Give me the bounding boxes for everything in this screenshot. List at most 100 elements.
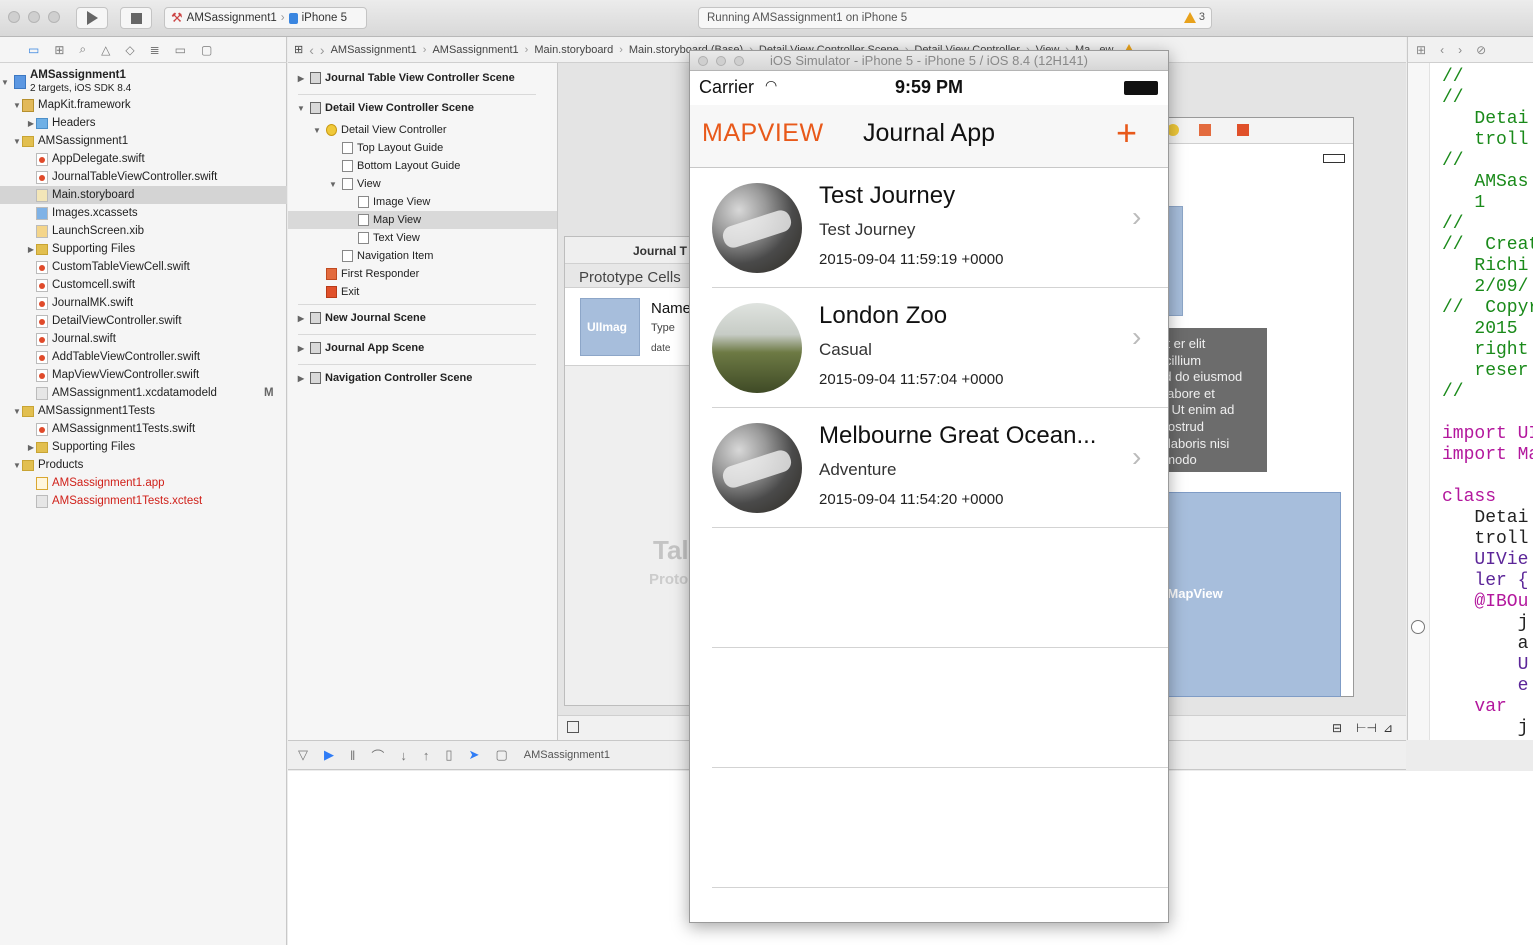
nav-item[interactable]: Main.storyboard [0, 186, 287, 204]
disclosure-triangle[interactable]: ▼ [296, 104, 306, 113]
map-view[interactable]: KMapView [1155, 492, 1341, 697]
jump-bar-item[interactable]: Main.storyboard [534, 44, 613, 56]
assistant-editor[interactable]: ⊞ ‹ › ⊘ //// Detai troll// AMSas 1//// C… [1407, 37, 1533, 740]
nav-item[interactable]: JournalTableViewController.swift [0, 168, 287, 186]
related-items-icon[interactable]: ⊞ [1416, 43, 1426, 57]
nav-item[interactable]: Images.xcassets [0, 204, 287, 222]
disclosure-triangle[interactable]: ▶ [296, 74, 306, 83]
report-icon[interactable]: ▢ [201, 43, 212, 57]
nav-item[interactable]: AddTableViewController.swift [0, 348, 287, 366]
prototype-cell[interactable]: UIImag Name Type date [565, 288, 703, 366]
disclosure-triangle[interactable]: ▼ [12, 101, 22, 110]
outline-item[interactable]: First Responder [288, 265, 557, 283]
align-icon[interactable]: ⊟ [1332, 721, 1342, 735]
disclosure-triangle[interactable]: ▶ [296, 314, 306, 323]
minimize-window-button[interactable] [28, 11, 40, 23]
symbol-icon[interactable]: ⊞ [54, 43, 64, 57]
pause-icon[interactable]: ‖ [350, 748, 355, 763]
scheme-selector[interactable]: ⚒ AMSassignment1 › iPhone 5 [164, 7, 367, 29]
jump-bar-item[interactable]: AMSassignment1 [331, 44, 417, 56]
outline-item[interactable]: ▼ Detail View Controller Scene [288, 99, 557, 117]
step-out-icon[interactable]: ↑ [423, 748, 430, 763]
breakpoint-icon[interactable]: ▭ [175, 43, 186, 57]
forward-arrow-icon[interactable]: › [1458, 43, 1462, 57]
nav-item[interactable]: ▼ AMSassignment1 [0, 132, 287, 150]
jump-bar-item[interactable]: AMSassignment1 [432, 44, 518, 56]
disclosure-triangle[interactable]: ▼ [12, 407, 22, 416]
run-button[interactable] [76, 7, 108, 29]
nav-item[interactable]: ▼ AMSassignment1Tests [0, 402, 287, 420]
nav-item[interactable]: DetailViewController.swift [0, 312, 287, 330]
nav-item[interactable]: ▶ Supporting Files [0, 240, 287, 258]
nav-item[interactable]: Journal.swift [0, 330, 287, 348]
resolve-icon[interactable]: ⊿ [1383, 721, 1393, 735]
outline-item[interactable]: ▼ Detail View Controller [288, 121, 557, 139]
table-scene[interactable]: Journal T Prototype Cells UIImag Name Ty… [564, 236, 704, 706]
responder-dock-icon[interactable] [1199, 124, 1211, 136]
disclosure-triangle[interactable]: ▼ [312, 126, 322, 135]
warning-nav-icon[interactable]: △ [101, 43, 110, 57]
disclosure-triangle[interactable]: ▶ [26, 245, 36, 254]
nav-item[interactable]: MapViewViewController.swift [0, 366, 287, 384]
add-journal-button[interactable]: + [1116, 115, 1137, 151]
nav-item[interactable]: AMSassignment1Tests.swift [0, 420, 287, 438]
outline-item[interactable]: Map View [288, 211, 557, 229]
proto-image-view[interactable]: UIImag [580, 298, 640, 356]
nav-item[interactable]: AMSassignment1Tests.xctest [0, 492, 287, 510]
outline-item[interactable]: Bottom Layout Guide [288, 157, 557, 175]
nav-item[interactable]: LaunchScreen.xib [0, 222, 287, 240]
outline-item[interactable]: Navigation Item [288, 247, 557, 265]
disclosure-triangle[interactable]: ▶ [26, 119, 36, 128]
disclosure-triangle[interactable]: ▼ [0, 78, 10, 87]
sim-close-button[interactable] [698, 56, 708, 66]
outline-item[interactable]: Image View [288, 193, 557, 211]
step-in-icon[interactable]: ↓ [400, 748, 407, 763]
journal-cell[interactable]: Test Journey Test Journey 2015-09-04 11:59… [690, 168, 1168, 288]
nav-item[interactable]: ▶ Supporting Files [0, 438, 287, 456]
breakpoints-toggle-icon[interactable]: ▶ [324, 747, 334, 763]
project-root[interactable]: ▼ AMSassignment1 2 targets, iOS SDK 8.4 [0, 68, 287, 96]
sim-minimize-button[interactable] [716, 56, 726, 66]
disclosure-triangle[interactable]: ▶ [26, 443, 36, 452]
close-window-button[interactable] [8, 11, 20, 23]
outline-item[interactable]: Top Layout Guide [288, 139, 557, 157]
sim-zoom-button[interactable] [734, 56, 744, 66]
zoom-window-button[interactable] [48, 11, 60, 23]
outlet-connection-icon[interactable] [1411, 620, 1425, 634]
disclosure-triangle[interactable]: ▶ [296, 374, 306, 383]
disclosure-triangle[interactable]: ▶ [296, 344, 306, 353]
journal-table-view[interactable]: Test Journey Test Journey 2015-09-04 11:59… [690, 168, 1168, 923]
outline-item[interactable]: ▶ Navigation Controller Scene [288, 369, 557, 387]
nav-item[interactable]: Customcell.swift [0, 276, 287, 294]
view-debug-icon[interactable]: ▯ [445, 747, 452, 763]
debug-icon[interactable]: ≣ [150, 43, 160, 57]
nav-item[interactable]: AppDelegate.swift [0, 150, 287, 168]
warning-badge[interactable]: 3 [1183, 11, 1205, 23]
outline-item[interactable]: ▶ Journal Table View Controller Scene [288, 69, 557, 87]
text-view[interactable]: sit er elit r cillium ed do eiusmod t la… [1155, 328, 1267, 472]
search-icon[interactable]: ⌕ [79, 42, 86, 57]
nav-item[interactable]: ▼ Products [0, 456, 287, 474]
outline-item[interactable]: Text View [288, 229, 557, 247]
outline-item[interactable]: ▶ New Journal Scene [288, 309, 557, 327]
disclosure-triangle[interactable]: ▼ [328, 180, 338, 189]
nav-item[interactable]: ▼ MapKit.framework [0, 96, 287, 114]
link-icon[interactable]: ⊘ [1476, 43, 1486, 57]
forward-arrow-icon[interactable]: › [320, 42, 325, 58]
folder-icon[interactable]: ▭ [28, 43, 39, 57]
outline-item[interactable]: Exit [288, 283, 557, 301]
disclosure-triangle[interactable]: ▼ [12, 461, 22, 470]
journal-cell[interactable]: London Zoo Casual 2015-09-04 11:57:04 +000… [690, 288, 1168, 408]
hide-debug-icon[interactable]: ▽ [298, 747, 308, 763]
location-icon[interactable]: ➤ [469, 747, 480, 763]
step-over-icon[interactable]: ⌒ [371, 746, 384, 765]
outline-item[interactable]: ▼ View [288, 175, 557, 193]
back-arrow-icon[interactable]: ‹ [309, 42, 314, 58]
nav-item[interactable]: ▶ Headers [0, 114, 287, 132]
journal-cell[interactable]: Melbourne Great Ocean... Adventure 2015-09… [690, 408, 1168, 528]
test-icon[interactable]: ◇ [125, 43, 134, 57]
related-items-icon[interactable]: ⊞ [294, 43, 303, 56]
exit-dock-icon[interactable] [1237, 124, 1249, 136]
detail-scene[interactable]: sit er elit r cillium ed do eiusmod t la… [1154, 117, 1354, 697]
nav-item[interactable]: CustomTableViewCell.swift [0, 258, 287, 276]
